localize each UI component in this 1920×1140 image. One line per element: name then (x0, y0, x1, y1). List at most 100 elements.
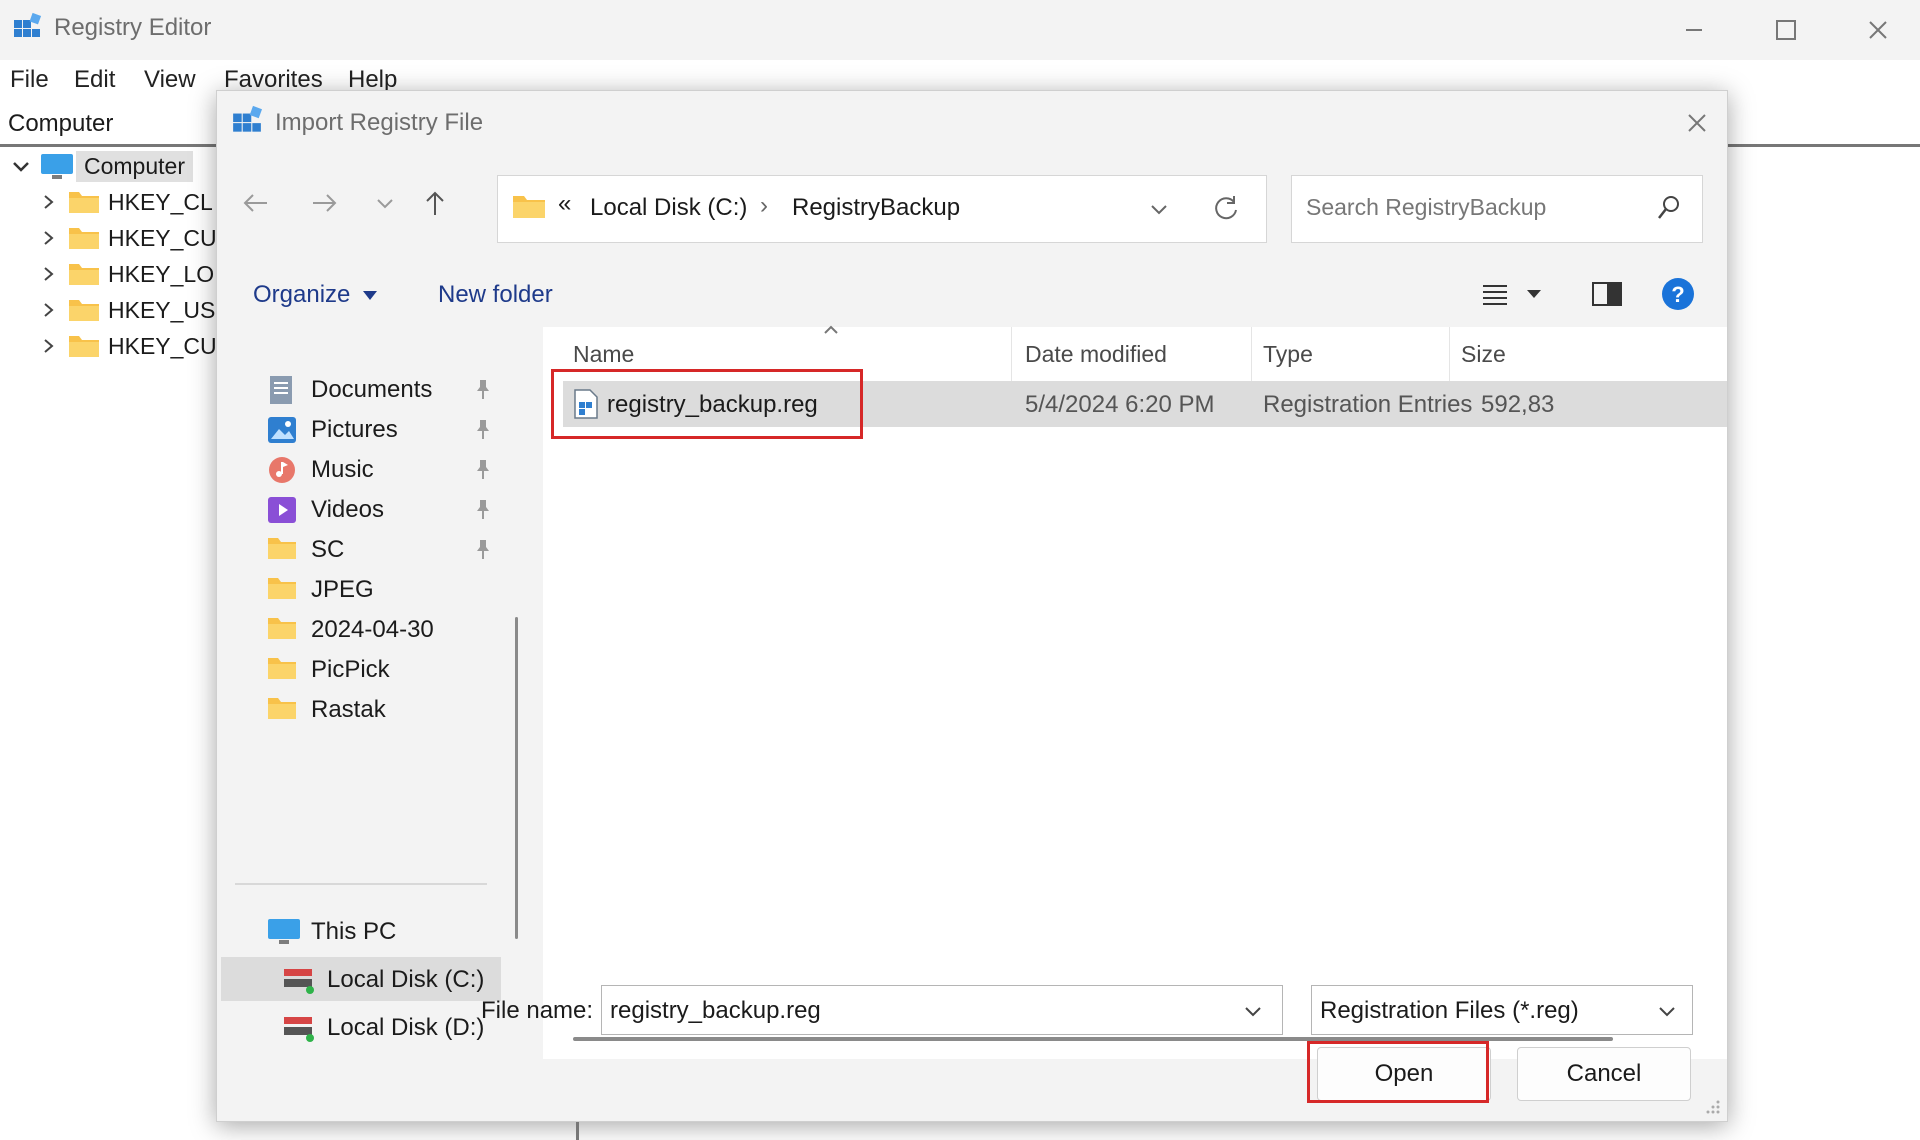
breadcrumb-local-disk[interactable]: Local Disk (C:) (590, 194, 747, 222)
pin-icon[interactable] (473, 418, 493, 440)
dialog-close-button[interactable] (1679, 105, 1715, 141)
nav-item-sc[interactable]: SC (217, 527, 527, 571)
maximize-button[interactable] (1756, 10, 1816, 50)
pin-icon[interactable] (473, 538, 493, 560)
nav-item-label: Documents (311, 376, 433, 403)
folder-icon (267, 695, 297, 721)
folder-icon (68, 261, 100, 287)
tree-node-label: HKEY_USI (108, 296, 222, 323)
search-box[interactable]: Search RegistryBackup (1291, 175, 1703, 243)
nav-item-this-pc[interactable]: This PC (217, 909, 527, 953)
nav-item-local-disk-c[interactable]: Local Disk (C:) (221, 957, 501, 1001)
file-type-select[interactable]: Registration Files (*.reg) (1311, 985, 1693, 1035)
nav-item-local-disk-c-label: Local Disk (C:) (327, 966, 485, 993)
pin-icon[interactable] (473, 378, 493, 400)
drive-icon (283, 965, 315, 995)
chevron-right-icon[interactable] (40, 300, 58, 320)
chevron-down-icon[interactable] (1242, 1000, 1264, 1022)
svg-text:?: ? (1671, 282, 1684, 307)
refresh-icon[interactable] (1212, 194, 1240, 222)
chevron-right-icon[interactable] (40, 264, 58, 284)
resize-grip-icon[interactable] (1705, 1099, 1721, 1115)
nav-item-picpick[interactable]: PicPick (217, 647, 527, 691)
breadcrumb-registrybackup[interactable]: RegistryBackup (792, 194, 960, 222)
chevron-right-icon[interactable] (40, 192, 58, 212)
nav-item-rastak[interactable]: Rastak (217, 687, 527, 731)
tree-node-hkey[interactable]: HKEY_CU (40, 328, 217, 364)
tree-node-hkey[interactable]: HKEY_CL (40, 184, 216, 220)
tree-node-hkey[interactable]: HKEY_LO (40, 256, 216, 292)
registry-address-text: Computer (8, 110, 114, 137)
column-header-name[interactable]: Name (573, 341, 634, 368)
nav-item-documents[interactable]: Documents (217, 367, 527, 411)
music-icon (267, 455, 297, 485)
nav-item-label: SC (311, 536, 345, 563)
nav-item-label: Rastak (311, 696, 386, 723)
pin-icon[interactable] (473, 458, 493, 480)
nav-item-music[interactable]: Music (217, 447, 527, 491)
minimize-button[interactable] (1664, 10, 1724, 50)
nav-divider (235, 883, 487, 885)
nav-item-label: Music (311, 456, 374, 483)
column-divider[interactable] (1449, 327, 1450, 387)
column-header-date-modified[interactable]: Date modified (1025, 341, 1167, 368)
recent-locations-button[interactable] (363, 181, 407, 225)
search-icon[interactable] (1656, 194, 1682, 222)
nav-item-label: Pictures (311, 416, 398, 443)
file-size-cell: 592,83 (1481, 391, 1555, 418)
back-button[interactable] (233, 181, 277, 225)
nav-item-videos[interactable]: Videos (217, 487, 527, 531)
nav-item-label: PicPick (311, 656, 390, 683)
menu-view[interactable]: View (144, 66, 196, 94)
pane-splitter[interactable] (576, 1122, 579, 1140)
nav-scrollbar[interactable] (515, 617, 518, 939)
folder-icon (512, 192, 546, 220)
open-highlight-annotation (1307, 1041, 1489, 1103)
address-bar[interactable]: « Local Disk (C:) › RegistryBackup (497, 175, 1267, 243)
column-header-type[interactable]: Type (1263, 341, 1313, 368)
breadcrumb-overflow[interactable]: « (558, 190, 571, 218)
new-folder-button[interactable]: New folder (438, 281, 553, 309)
file-list: Name Date modified Type Size registry_ba… (543, 325, 1727, 1059)
menu-file[interactable]: File (10, 66, 49, 94)
chevron-right-icon[interactable] (40, 228, 58, 248)
column-header-size[interactable]: Size (1461, 341, 1506, 368)
folder-icon (68, 297, 100, 323)
up-button[interactable] (413, 181, 457, 225)
tree-node-computer-label: Computer (76, 150, 193, 182)
forward-button[interactable] (303, 181, 347, 225)
cancel-button[interactable]: Cancel (1517, 1047, 1691, 1101)
address-dropdown-icon[interactable] (1148, 198, 1170, 220)
nav-item-jpeg[interactable]: JPEG (217, 567, 527, 611)
chevron-down-icon[interactable] (10, 155, 32, 177)
file-type-cell: Registration Entries (1263, 391, 1473, 418)
tree-node-hkey[interactable]: HKEY_CU (40, 220, 217, 256)
folder-icon (68, 189, 100, 215)
tree-node-computer[interactable]: Computer (10, 148, 216, 184)
dialog-app-icon (231, 105, 263, 137)
chevron-down-icon[interactable] (1656, 1000, 1678, 1022)
nav-item-label: JPEG (311, 576, 374, 603)
chevron-right-icon[interactable] (40, 336, 58, 356)
nav-item-this-pc-label: This PC (311, 918, 397, 945)
column-divider[interactable] (1251, 327, 1252, 387)
view-options-button[interactable] (1481, 281, 1545, 307)
navigation-pane: Documents Pictures Music Videos SC JPEG 2024-0… (217, 327, 537, 1059)
file-date-cell: 5/4/2024 6:20 PM (1025, 391, 1215, 418)
column-divider[interactable] (1011, 327, 1012, 387)
help-icon[interactable]: ? (1661, 277, 1695, 311)
pin-icon[interactable] (473, 498, 493, 520)
close-window-button[interactable] (1848, 10, 1908, 50)
drive-icon (283, 1013, 315, 1043)
organize-button[interactable]: Organize (253, 281, 378, 309)
nav-item-pictures[interactable]: Pictures (217, 407, 527, 451)
pictures-icon (267, 415, 297, 445)
menu-edit[interactable]: Edit (74, 66, 115, 94)
app-title: Registry Editor (54, 14, 212, 41)
documents-icon (267, 375, 295, 405)
tree-node-hkey[interactable]: HKEY_USI (40, 292, 222, 328)
preview-pane-button[interactable] (1591, 281, 1623, 307)
nav-item-2024-04-30[interactable]: 2024-04-30 (217, 607, 527, 651)
file-name-input[interactable]: registry_backup.reg (601, 985, 1283, 1035)
registry-editor-titlebar (0, 0, 1920, 60)
